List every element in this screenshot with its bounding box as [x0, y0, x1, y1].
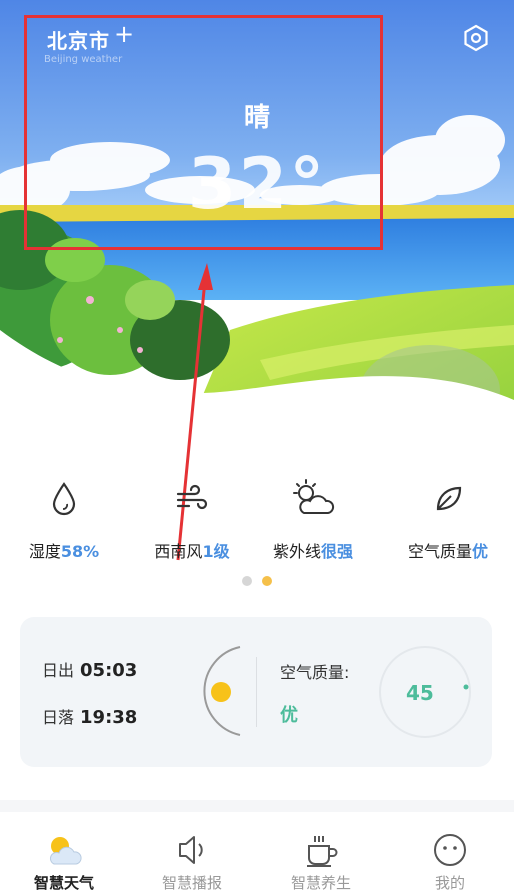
air-quality-level: 优 — [280, 705, 298, 726]
stat-value: 优 — [472, 542, 489, 561]
droplet-icon — [0, 470, 128, 528]
wind-icon — [128, 470, 256, 528]
speaker-icon — [172, 832, 212, 868]
stat-label: 湿度 — [28, 542, 61, 561]
sun-air-card: 日出 05:03 日落 19:38 空气质量: 优 45 — [20, 617, 492, 767]
sunrise-row: 日出 05:03 — [42, 657, 137, 681]
tab-label: 智慧天气 — [33, 874, 94, 892]
page-dot-active[interactable] — [262, 576, 272, 586]
stat-label: 西南风 — [154, 542, 203, 561]
stat-label: 紫外线 — [272, 542, 321, 561]
bottom-navigation: 智慧天气 智慧播报 智慧养生 我的 — [0, 812, 514, 895]
sunset-time: 19:38 — [80, 707, 138, 728]
tab-smart-broadcast[interactable]: 智慧播报 — [128, 812, 256, 895]
leaf-icon — [384, 470, 512, 528]
stat-value: 很强 — [321, 542, 354, 561]
tea-cup-icon — [301, 832, 341, 868]
smiley-icon — [430, 832, 470, 868]
hexagon-settings-icon[interactable] — [462, 24, 490, 52]
weather-stats: 湿度58% 西南风1级 紫外线很强 空气质量优 — [0, 470, 514, 570]
stat-uv[interactable]: 紫外线很强 — [249, 470, 377, 562]
air-quality-label: 空气质量: — [280, 663, 350, 682]
page-dot[interactable] — [242, 576, 252, 586]
red-highlight-box — [24, 15, 383, 250]
air-quality-value: 45 — [406, 681, 434, 705]
tab-label: 智慧播报 — [161, 874, 222, 892]
weather-icon — [44, 832, 84, 868]
sunrise-time: 05:03 — [80, 660, 138, 681]
stat-value: 1级 — [202, 542, 230, 561]
stat-label: 空气质量 — [407, 542, 472, 561]
section-divider — [0, 800, 514, 812]
stat-value: 58% — [60, 542, 100, 561]
stat-wind[interactable]: 西南风1级 — [128, 470, 256, 562]
tab-mine[interactable]: 我的 — [386, 812, 514, 895]
stat-humidity[interactable]: 湿度58% — [0, 470, 128, 562]
sunset-label: 日落 — [42, 708, 75, 727]
tab-smart-health[interactable]: 智慧养生 — [257, 812, 385, 895]
sunrise-label: 日出 — [42, 661, 75, 680]
sunset-row: 日落 19:38 — [42, 704, 137, 728]
tab-label: 我的 — [434, 874, 465, 892]
page-indicator — [0, 571, 514, 590]
sun-position-icon — [211, 682, 231, 702]
card-divider — [256, 657, 257, 727]
sun-arc — [203, 646, 241, 736]
tab-label: 智慧养生 — [290, 874, 351, 892]
sun-cloud-icon — [249, 470, 377, 528]
tab-smart-weather[interactable]: 智慧天气 — [0, 812, 128, 895]
stat-air-quality[interactable]: 空气质量优 — [384, 470, 512, 562]
